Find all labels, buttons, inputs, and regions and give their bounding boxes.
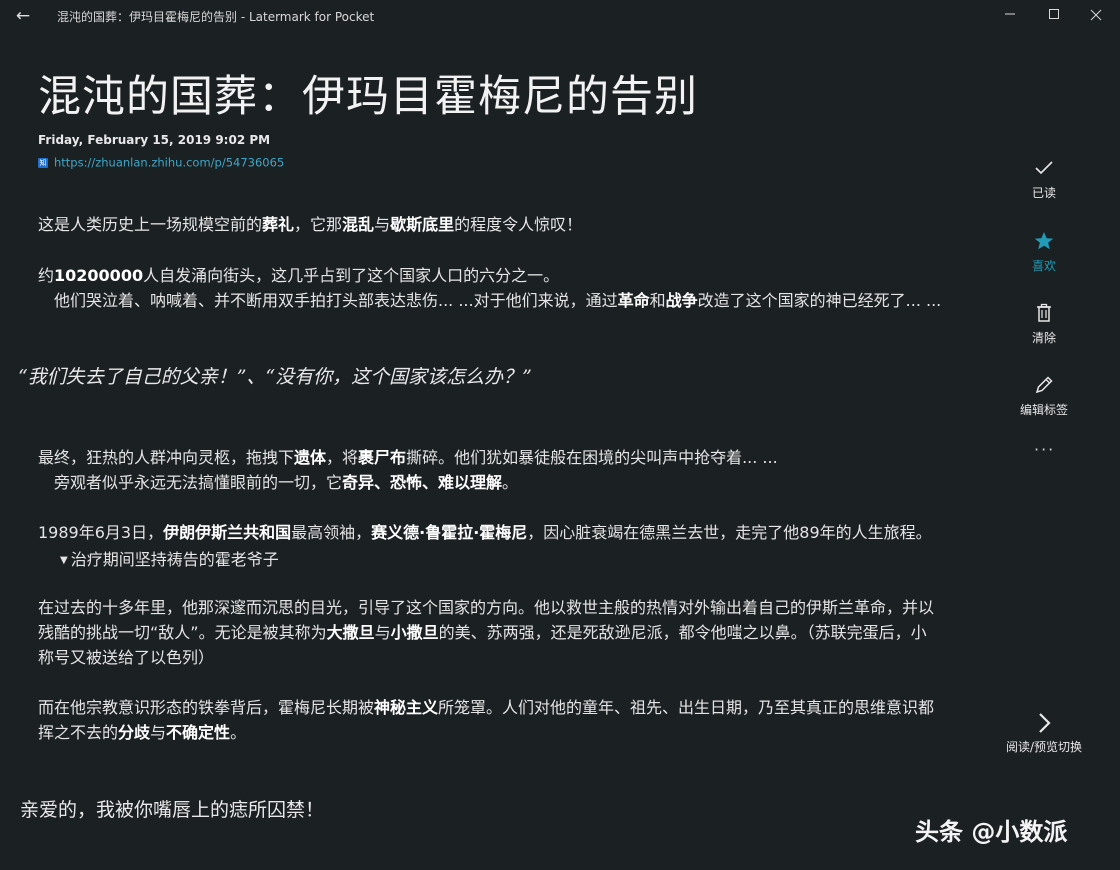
bold-text: 混乱 bbox=[342, 215, 375, 234]
bold-text: 伊朗伊斯兰共和国 bbox=[163, 523, 292, 542]
maximize-button[interactable] bbox=[1034, 4, 1074, 28]
text: 与 bbox=[374, 623, 391, 642]
bold-text: 歇斯底里 bbox=[390, 215, 455, 234]
paragraph-7-line-2: 残酷的挑战一切“敌人”。无论是被其称为大撒旦与小撒旦的美、苏两强，还是死敌逊尼派… bbox=[38, 620, 927, 646]
mark-read-label: 已读 bbox=[1031, 186, 1056, 200]
bold-text: 神秘主义 bbox=[374, 698, 439, 717]
text: 最终，狂热的人群冲向灵柩，拖拽下 bbox=[38, 448, 295, 467]
favorite-button[interactable]: 喜欢 bbox=[1004, 231, 1084, 274]
read-preview-toggle-button[interactable]: 阅读/预览切换 bbox=[1004, 712, 1084, 755]
pencil-icon bbox=[1004, 375, 1084, 401]
caption-toggle-icon: ▼ bbox=[60, 555, 68, 566]
favorite-label: 喜欢 bbox=[1031, 259, 1056, 273]
text: 1989年6月3日， bbox=[38, 523, 164, 542]
paragraph-8-line-2: 挥之不去的分歧与不确定性。 bbox=[38, 720, 246, 746]
bold-text: 革命 bbox=[617, 291, 650, 310]
zhihu-icon: 知 bbox=[38, 157, 48, 168]
bold-text: 大撒旦 bbox=[326, 623, 375, 642]
minimize-icon bbox=[1005, 13, 1015, 15]
paragraph-4: 最终，狂热的人群冲向灵柩，拖拽下遗体，将裹尸布撕碎。他们犹如暴徒般在困境的尖叫声… bbox=[38, 445, 778, 471]
paragraph-3: 他们哭泣着、呐喊着、并不断用双手拍打头部表达悲伤... ...对于他们来说，通过… bbox=[54, 288, 941, 314]
paragraph-1: 这是人类历史上一场规模空前的葬礼，它那混乱与歇斯底里的程度令人惊叹！ bbox=[38, 212, 582, 238]
trash-icon bbox=[1004, 303, 1084, 329]
arrow-left-icon: ← bbox=[15, 6, 31, 26]
minimize-button[interactable] bbox=[990, 4, 1030, 28]
image-caption[interactable]: ▼ 治疗期间坚持祷告的霍老爷子 bbox=[60, 546, 279, 570]
bold-text: 分歧 bbox=[118, 723, 151, 742]
text: ，将 bbox=[326, 448, 359, 467]
close-icon bbox=[1090, 9, 1102, 21]
paragraph-7-line-1: 在过去的十多年里，他那深邃而沉思的目光，引导了这个国家的方向。他以救世主般的热情… bbox=[38, 598, 935, 617]
text: 旁观者似乎永远无法搞懂眼前的一切，它 bbox=[54, 473, 343, 492]
bold-text: 赛义德·鲁霍拉·霍梅尼 bbox=[371, 523, 528, 542]
edit-tags-button[interactable]: 编辑标签 bbox=[1004, 375, 1084, 418]
quote: “我们失去了自己的父亲！”、“没有你，这个国家该怎么办？” bbox=[18, 366, 532, 388]
back-button[interactable]: ← bbox=[10, 6, 36, 26]
bold-text: 战争 bbox=[665, 291, 698, 310]
text: 这是人类历史上一场规模空前的 bbox=[38, 215, 263, 234]
read-preview-toggle-label: 阅读/预览切换 bbox=[1005, 740, 1083, 754]
text: 而在他宗教意识形态的铁拳背后，霍梅尼长期被 bbox=[38, 698, 375, 717]
check-icon bbox=[1004, 158, 1084, 184]
text: 的程度令人惊叹！ bbox=[454, 215, 583, 234]
closing-line: 亲爱的，我被你嘴唇上的痣所囚禁！ bbox=[20, 799, 325, 821]
paragraph-8-line-1: 而在他宗教意识形态的铁拳背后，霍梅尼长期被神秘主义所笼罩。人们对他的童年、祖先、… bbox=[38, 695, 934, 721]
bold-text: 葬礼 bbox=[262, 215, 295, 234]
text: 所笼罩。人们对他的童年、祖先、出生日期，乃至其真正的思维意识都 bbox=[438, 698, 935, 717]
paragraph-6: 1989年6月3日，伊朗伊斯兰共和国最高领袖，赛义德·鲁霍拉·霍梅尼，因心脏衰竭… bbox=[38, 520, 932, 546]
bold-text: 小撒旦 bbox=[390, 623, 439, 642]
delete-button[interactable]: 清除 bbox=[1004, 303, 1084, 346]
text: 约 bbox=[38, 266, 55, 285]
paragraph-5: 旁观者似乎永远无法搞懂眼前的一切，它奇异、恐怖、难以理解。 bbox=[54, 470, 518, 496]
text: 他们哭泣着、呐喊着、并不断用双手拍打头部表达悲伤... ...对于他们来说，通过 bbox=[54, 291, 618, 310]
more-icon: ··· bbox=[1034, 440, 1056, 459]
text: 改造了这个国家的神已经死了... ... bbox=[697, 291, 942, 310]
text: 撕碎。他们犹如暴徒般在困境的尖叫声中抢夺着... ... bbox=[406, 448, 778, 467]
text: ，因心脏衰竭在德黑兰去世，走完了他89年的人生旅程。 bbox=[527, 523, 932, 542]
title-bar: ← 混沌的国葬：伊玛目霍梅尼的告别 - Latermark for Pocket bbox=[0, 0, 1120, 32]
text: 与 bbox=[374, 215, 391, 234]
text: 残酷的挑战一切“敌人”。无论是被其称为 bbox=[38, 623, 327, 642]
mark-read-button[interactable]: 已读 bbox=[1004, 158, 1084, 201]
article-date: Friday, February 15, 2019 9:02 PM bbox=[38, 133, 271, 147]
text: 。 bbox=[502, 473, 519, 492]
delete-label: 清除 bbox=[1031, 331, 1056, 345]
close-button[interactable] bbox=[1076, 4, 1116, 28]
bold-text: 奇异、恐怖、难以理解 bbox=[342, 473, 503, 492]
caption-text: 治疗期间坚持祷告的霍老爷子 bbox=[70, 550, 279, 569]
watermark: 头条 @小数派 bbox=[915, 818, 1068, 846]
bold-text: 10200000 bbox=[54, 266, 144, 285]
article-title: 混沌的国葬：伊玛目霍梅尼的告别 bbox=[38, 72, 698, 122]
text: 挥之不去的 bbox=[38, 723, 119, 742]
text: ，它那 bbox=[294, 215, 343, 234]
source-link[interactable]: https://zhuanlan.zhihu.com/p/54736065 bbox=[54, 156, 284, 170]
text: 和 bbox=[649, 291, 666, 310]
bold-text: 遗体 bbox=[294, 448, 327, 467]
maximize-icon bbox=[1049, 9, 1059, 19]
window-title: 混沌的国葬：伊玛目霍梅尼的告别 - Latermark for Pocket bbox=[57, 10, 375, 24]
more-button[interactable]: ··· bbox=[1034, 440, 1055, 459]
text: 与 bbox=[150, 723, 167, 742]
paragraph-2: 约10200000人自发涌向街头，这几乎占到了这个国家人口的六分之一。 bbox=[38, 263, 559, 289]
edit-tags-label: 编辑标签 bbox=[1019, 403, 1068, 417]
text: 。 bbox=[230, 723, 247, 742]
bold-text: 不确定性 bbox=[166, 723, 231, 742]
paragraph-7-line-3: 称号又被送给了以色列） bbox=[38, 648, 215, 667]
text: 人自发涌向街头，这几乎占到了这个国家人口的六分之一。 bbox=[143, 266, 560, 285]
text: 最高领袖， bbox=[291, 523, 372, 542]
chevron-right-icon bbox=[1004, 712, 1084, 738]
source-link-row: 知 https://zhuanlan.zhihu.com/p/54736065 bbox=[38, 155, 284, 170]
text: 的美、苏两强，还是死敌逊尼派，都令他嗤之以鼻。（苏联完蛋后，小 bbox=[438, 623, 927, 642]
star-icon bbox=[1004, 231, 1084, 257]
bold-text: 裹尸布 bbox=[358, 448, 407, 467]
